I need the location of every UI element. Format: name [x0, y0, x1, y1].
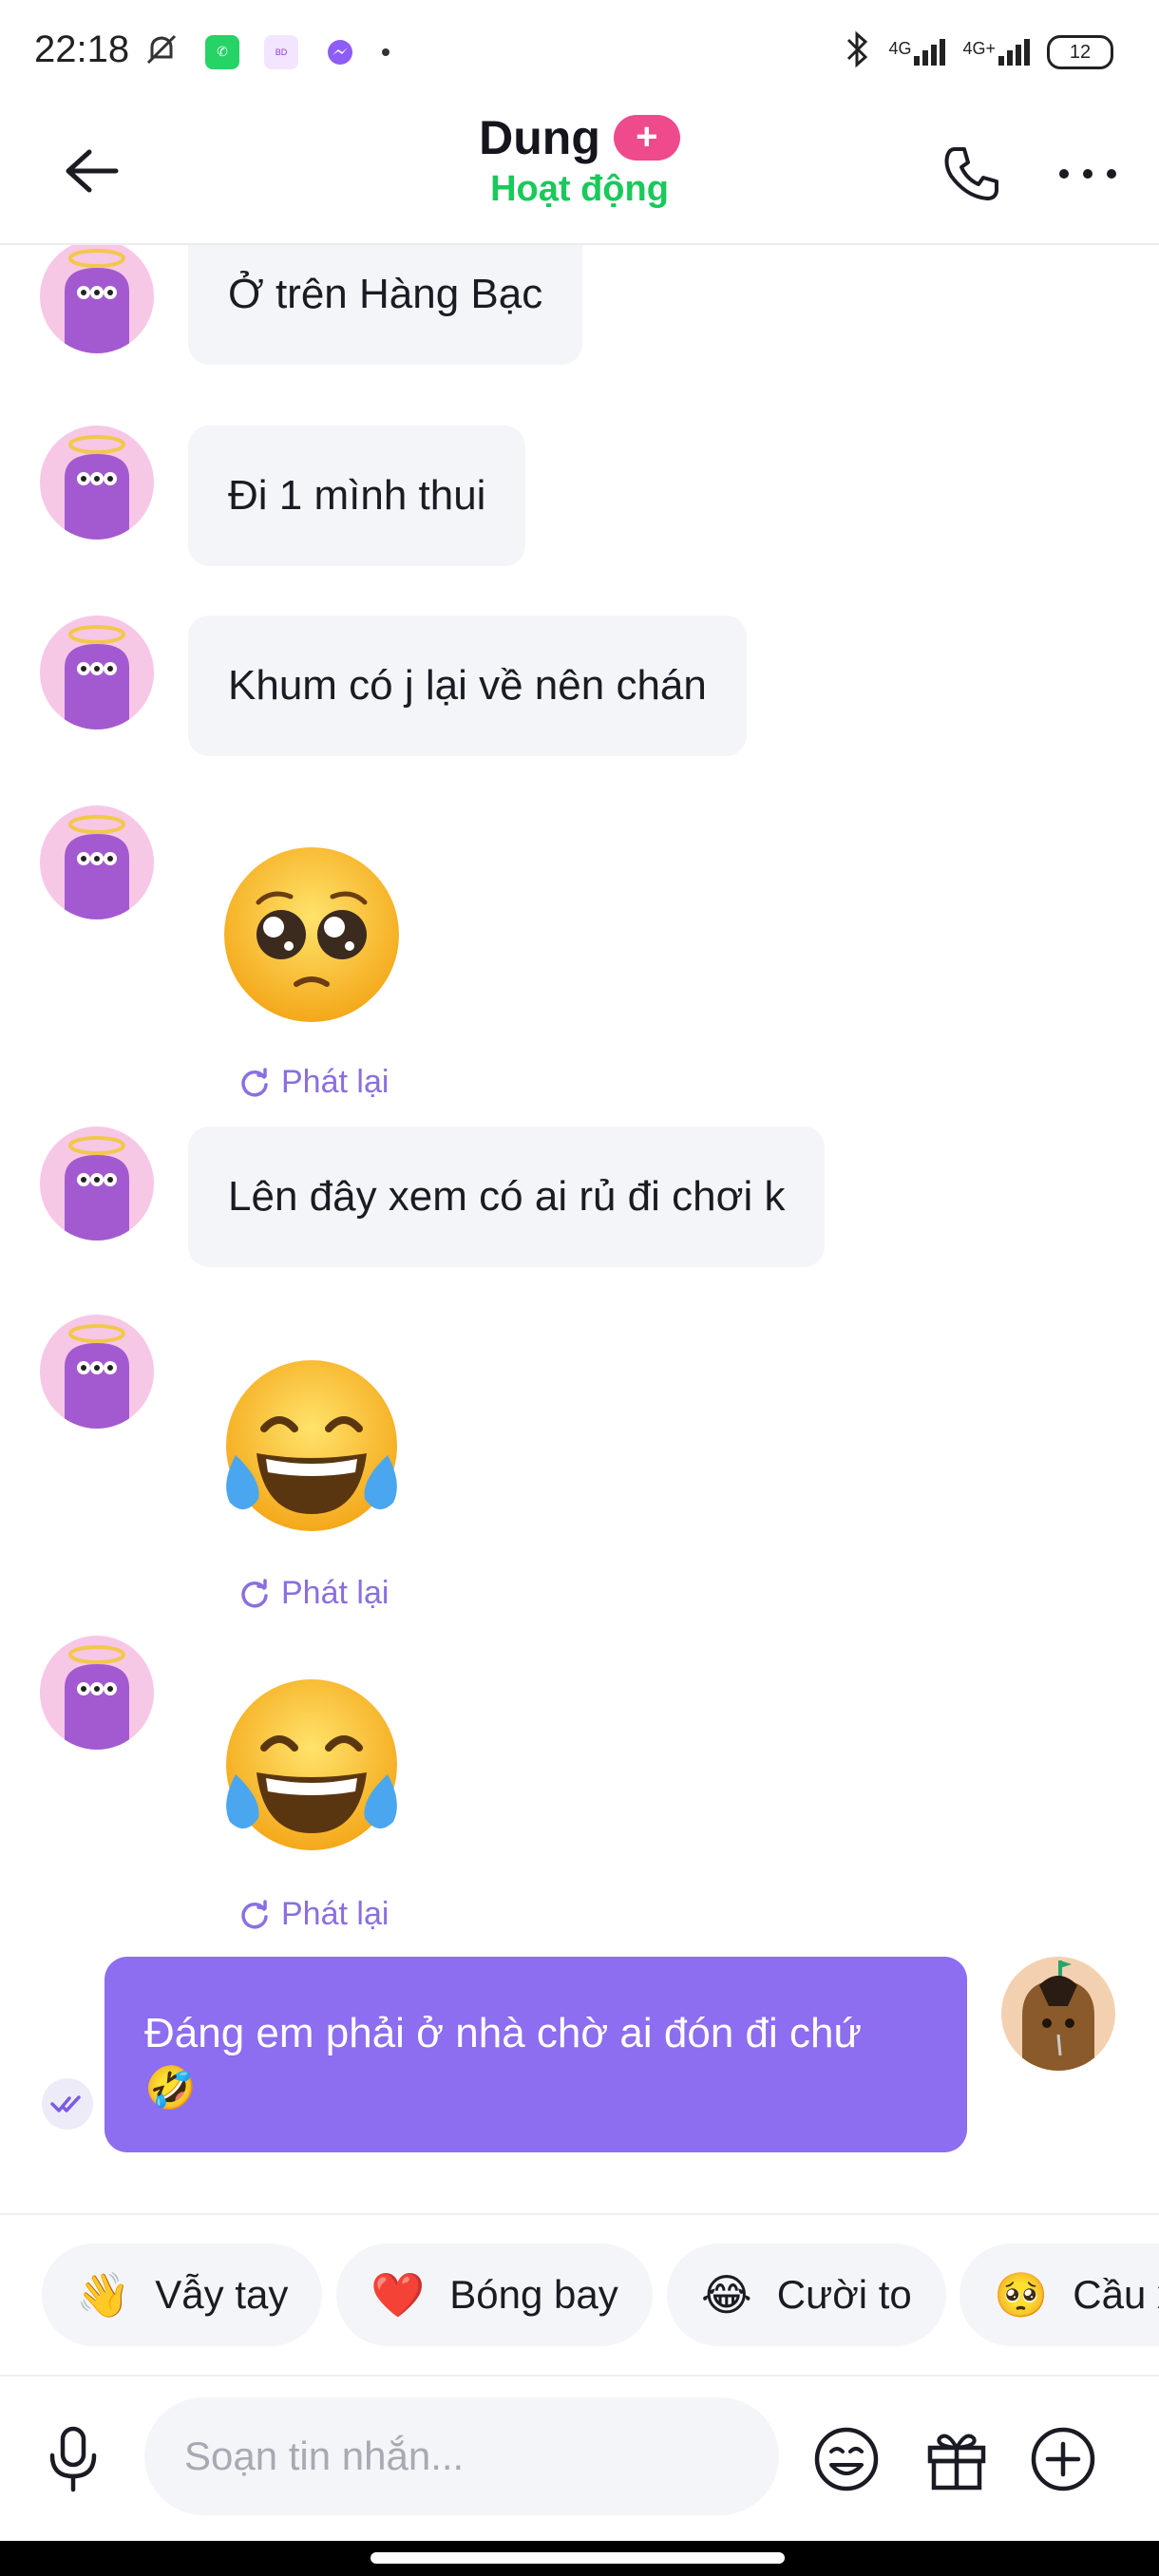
more-horizontal-icon — [1059, 169, 1116, 179]
messenger-icon — [323, 34, 357, 69]
contact-avatar[interactable] — [40, 1636, 154, 1750]
emoji-button[interactable] — [806, 2418, 887, 2500]
mute-icon — [142, 30, 180, 73]
add-attachment-button[interactable] — [1022, 2418, 1104, 2500]
my-message-text: Đáng em phải ở nhà chờ ai đón đi chứ — [144, 2010, 862, 2056]
phone-icon — [944, 147, 998, 200]
contact-avatar[interactable] — [40, 245, 154, 353]
monster-avatar-icon — [65, 1136, 129, 1241]
message-input[interactable] — [144, 2397, 779, 2515]
contact-avatar[interactable] — [40, 616, 154, 729]
message-bubble[interactable]: Lên đây xem có ai rủ đi chơi k — [188, 1127, 826, 1267]
status-time: 22:18 — [34, 28, 130, 70]
whatsapp-icon: ✆ — [205, 34, 239, 69]
animated-emoji-pleading[interactable] — [217, 840, 407, 1030]
status-right: 4G 4G+ 12 — [843, 28, 1113, 76]
my-avatar[interactable] — [1001, 1957, 1115, 2071]
message-bubble[interactable]: Khum có j lại về nên chán — [188, 616, 747, 756]
navigation-bar — [0, 2541, 1159, 2576]
monster-avatar-icon — [65, 435, 129, 540]
status-bar: 22:18 ✆ BD 4G 4G+ 12 — [0, 0, 1159, 104]
chat-header: Dung + Hoạt động — [0, 104, 1159, 245]
call-button[interactable] — [929, 131, 1015, 217]
contact-avatar[interactable] — [40, 1127, 154, 1241]
monster-avatar-icon — [65, 1645, 129, 1750]
quick-reaction-heart[interactable]: ❤️ Bóng bay — [336, 2244, 653, 2346]
voice-message-button[interactable] — [32, 2418, 114, 2500]
quick-reaction-laugh[interactable]: 😂 Cười to — [667, 2244, 946, 2346]
monster-avatar-icon — [65, 815, 129, 919]
plus-circle-icon — [1031, 2427, 1095, 2491]
wave-emoji-icon: 👋 — [76, 2269, 131, 2320]
my-message-bubble[interactable]: Đáng em phải ở nhà chờ ai đón đi chứ 🤣 — [104, 1957, 967, 2152]
contact-avatar[interactable] — [40, 1315, 154, 1429]
more-options-button[interactable] — [1045, 131, 1130, 217]
message-list[interactable]: Ở trên Hàng Bạc Đi 1 mình thui Khum có j… — [0, 245, 1159, 2211]
badoo-icon: BD — [264, 34, 298, 69]
replay-label: Phát lại — [281, 1896, 390, 1932]
message-composer — [0, 2375, 1159, 2543]
tears-of-joy-icon — [226, 1360, 397, 1531]
home-indicator[interactable] — [370, 2552, 785, 2564]
replay-button[interactable]: Phát lại — [238, 1575, 389, 1612]
quick-reaction-label: Bóng bay — [449, 2272, 618, 2317]
user-avatar-icon — [1022, 1960, 1094, 2071]
network-label-2: 4G+ — [962, 39, 996, 58]
gift-button[interactable] — [916, 2418, 998, 2500]
animated-emoji-joy[interactable] — [217, 1670, 407, 1860]
heart-emoji-icon: ❤️ — [370, 2269, 426, 2320]
quick-reaction-plead[interactable]: 🥺 Cầu x — [960, 2244, 1159, 2346]
network-label-1: 4G — [888, 39, 912, 58]
pleading-face-icon — [224, 847, 399, 1022]
message-bubble[interactable]: Đi 1 mình thui — [188, 426, 526, 566]
quick-reaction-label: Cười to — [776, 2272, 912, 2317]
monster-avatar-icon — [65, 625, 129, 729]
signal-icon-1: 4G — [888, 39, 946, 66]
status-app-icons: ✆ BD — [142, 30, 390, 73]
monster-avatar-icon — [65, 1324, 129, 1429]
quick-reaction-label: Vẫy tay — [155, 2272, 289, 2317]
tears-of-joy-icon — [226, 1679, 397, 1850]
monster-avatar-icon — [65, 249, 129, 353]
animated-emoji-joy[interactable] — [217, 1351, 407, 1541]
contact-avatar[interactable] — [40, 805, 154, 919]
battery-icon: 12 — [1047, 35, 1113, 69]
quick-reaction-label: Cầu x — [1073, 2272, 1159, 2317]
replay-icon — [241, 1899, 268, 1928]
laugh-emoji-icon: 😂 — [701, 2270, 752, 2320]
quick-reaction-wave[interactable]: 👋 Vẫy tay — [42, 2244, 323, 2346]
smiley-icon — [814, 2427, 879, 2491]
contact-avatar[interactable] — [40, 426, 154, 540]
replay-label: Phát lại — [281, 1064, 390, 1100]
read-receipt-icon — [42, 2078, 93, 2130]
replay-button[interactable]: Phát lại — [238, 1064, 389, 1101]
more-notifications-dot — [382, 47, 390, 56]
signal-icon-2: 4G+ — [962, 39, 1030, 66]
plus-badge: + — [613, 115, 680, 161]
replay-button[interactable]: Phát lại — [238, 1896, 389, 1933]
replay-icon — [241, 1067, 268, 1096]
replay-icon — [241, 1578, 268, 1607]
bluetooth-icon — [843, 28, 871, 76]
quick-reactions-bar[interactable]: 👋 Vẫy tay ❤️ Bóng bay 😂 Cười to 🥺 Cầu x — [0, 2213, 1159, 2377]
gift-icon — [927, 2434, 986, 2491]
rofl-emoji: 🤣 — [144, 2065, 197, 2112]
microphone-icon — [49, 2426, 97, 2492]
pleading-emoji-icon: 🥺 — [994, 2269, 1049, 2320]
replay-label: Phát lại — [281, 1575, 390, 1611]
message-bubble[interactable]: Ở trên Hàng Bạc — [188, 245, 583, 365]
contact-name: Dung — [479, 111, 600, 164]
